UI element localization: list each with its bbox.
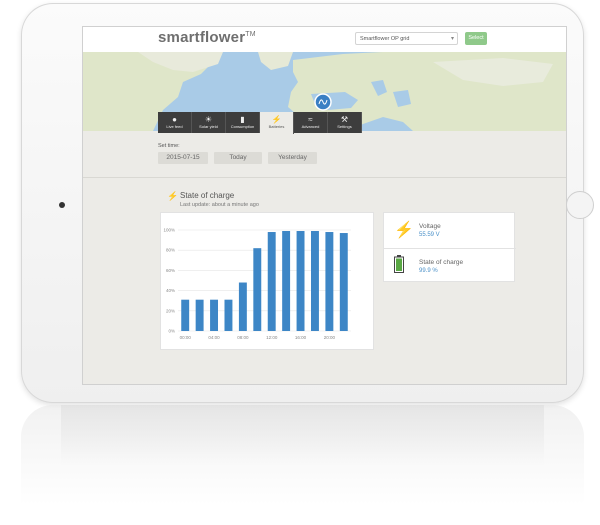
tab-label: Settings (337, 124, 352, 129)
y-tick-label: 40% (166, 288, 175, 293)
y-tick-label: 60% (166, 268, 175, 273)
date-field[interactable]: 2015-07-15 (158, 152, 208, 164)
chart-bar (253, 248, 262, 331)
x-tick-label: 20:00 (324, 335, 336, 340)
droplet-icon: ● (172, 115, 177, 124)
top-bar: smartflowerTM Smartflower OP grid ▾ Selec… (83, 27, 566, 52)
tablet-reflection (21, 405, 584, 523)
voltage-label: Voltage (419, 223, 441, 230)
tab-label: Batteries (268, 124, 285, 129)
set-time-label: Set time: (158, 143, 180, 149)
tab-label: Live feed (166, 124, 183, 129)
select-button[interactable]: Select (465, 32, 487, 45)
chevron-down-icon: ▾ (450, 36, 454, 42)
section-title: State of charge (180, 191, 235, 200)
chart-bar (267, 232, 276, 331)
tab-settings[interactable]: ⚒ Settings (328, 112, 362, 133)
soc-label: State of charge (419, 259, 464, 266)
battery-icon (394, 255, 404, 278)
tab-label: Advanced (301, 124, 320, 129)
yesterday-button[interactable]: Yesterday (268, 152, 317, 164)
tab-solar-yield[interactable]: ☀ Solar yield (192, 112, 226, 133)
voltage-value: 55.59 V (419, 232, 440, 238)
sun-icon: ☀ (204, 115, 213, 124)
front-camera (59, 202, 65, 208)
graph-icon: ≈ (308, 115, 313, 124)
y-tick-label: 80% (166, 248, 175, 253)
chart-bar (210, 299, 219, 331)
soc-stat: State of charge 99.9 % (384, 248, 516, 283)
chart-bar (310, 231, 319, 331)
today-button[interactable]: Today (214, 152, 262, 164)
trademark-mark: TM (245, 31, 256, 38)
tablet-frame: smartflowerTM Smartflower OP grid ▾ Selec… (21, 3, 594, 403)
x-tick-label: 04:00 (208, 335, 220, 340)
soc-chart-svg: 0% 20% 40% 60% 80% 100% 00:00 04:00 08:00 12:00 16… (163, 228, 351, 340)
chart-bar (195, 299, 204, 331)
device-select[interactable]: Smartflower OP grid ▾ (355, 32, 458, 45)
x-tick-label: 00:00 (180, 335, 192, 340)
voltage-stat: ⚡ Voltage 55.59 V (384, 213, 516, 248)
screen: smartflowerTM Smartflower OP grid ▾ Selec… (82, 26, 567, 385)
x-tick-label: 16:00 (295, 335, 307, 340)
chart-bar (282, 231, 291, 331)
lightning-icon: ⚡ (271, 115, 282, 124)
last-update-text: Last update: about a minute ago (180, 202, 259, 208)
tab-batteries[interactable]: ⚡ Batteries (260, 112, 294, 134)
lightning-icon: ⚡ (167, 191, 179, 201)
chart-bar (224, 299, 233, 331)
tab-advanced[interactable]: ≈ Advanced (294, 112, 328, 133)
wrench-icon: ⚒ (340, 115, 349, 124)
x-tick-label: 08:00 (237, 335, 249, 340)
y-tick-label: 100% (163, 228, 175, 233)
brand-logo: smartflowerTM (158, 29, 256, 46)
tab-live-feed[interactable]: ● Live feed (158, 112, 192, 133)
device-select-value: Smartflower OP grid (360, 36, 410, 42)
section-divider (83, 177, 566, 178)
nav-tabs: ● Live feed ☀ Solar yield ▮ Consumption … (158, 112, 362, 134)
soc-chart: 0% 20% 40% 60% 80% 100% 00:00 04:00 08:00 12:00 16… (160, 212, 374, 350)
x-tick-label: 12:00 (266, 335, 278, 340)
bar-chart-icon: ▮ (240, 115, 245, 124)
tab-label: Consumption (230, 124, 255, 129)
y-tick-label: 0% (168, 329, 175, 334)
home-button[interactable] (566, 191, 594, 219)
chart-bar (325, 232, 334, 331)
lightning-icon: ⚡ (394, 222, 414, 239)
soc-value: 99.9 % (419, 268, 438, 274)
tab-consumption[interactable]: ▮ Consumption (226, 112, 260, 133)
y-tick-label: 20% (166, 308, 175, 313)
chart-bar (238, 282, 247, 331)
chart-bar (181, 299, 190, 331)
tab-label: Solar yield (199, 124, 218, 129)
stats-panel: ⚡ Voltage 55.59 V State of charge 99.9 % (383, 212, 516, 283)
chart-bar (339, 233, 348, 331)
screen-reflection (61, 405, 544, 465)
chart-bar (296, 231, 305, 331)
